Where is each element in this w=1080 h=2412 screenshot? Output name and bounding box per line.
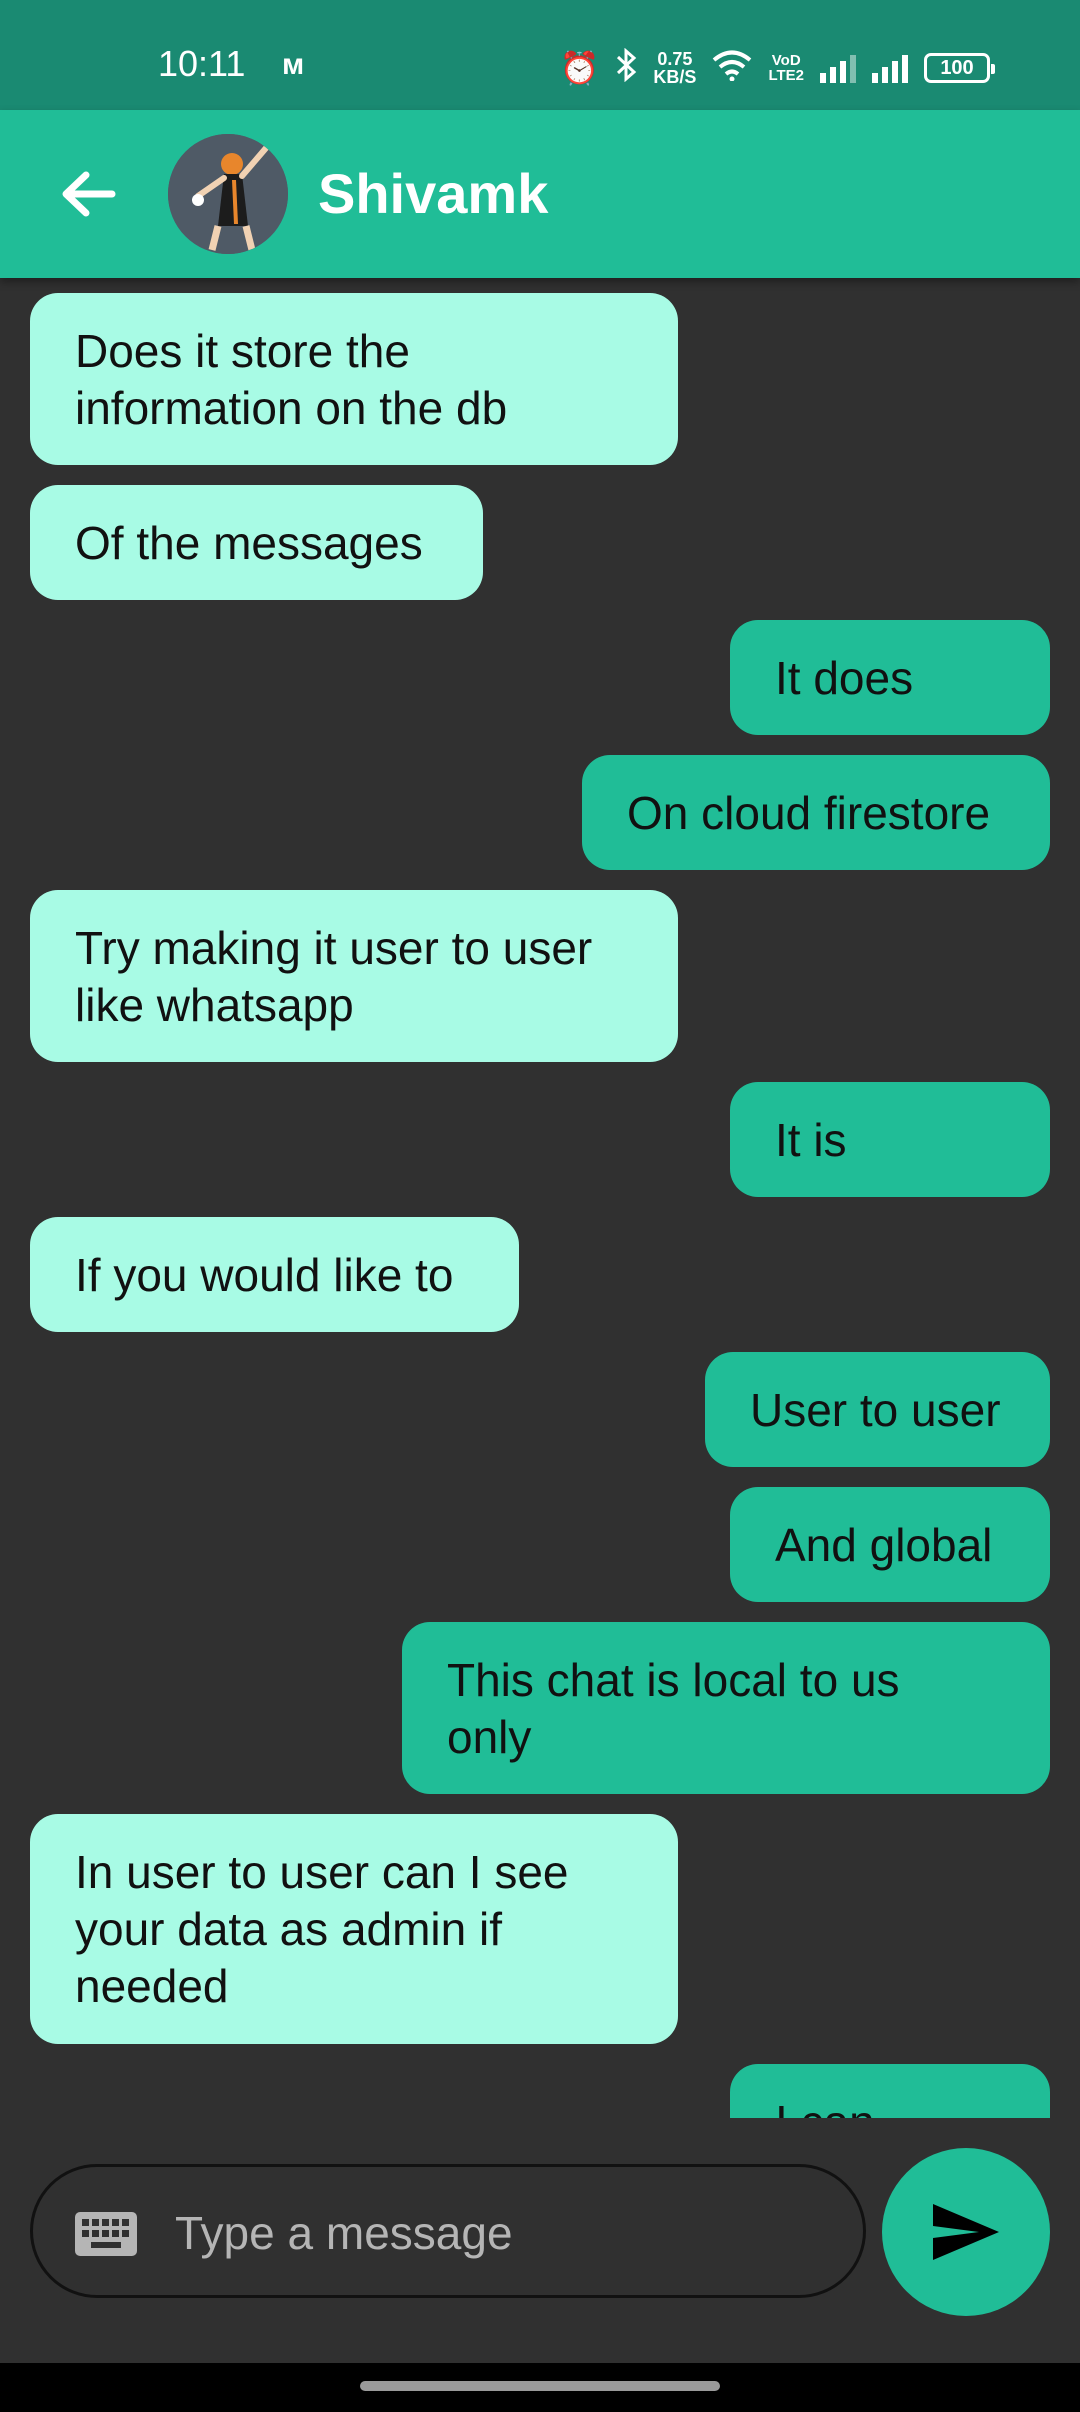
message-bubble-incoming[interactable]: In user to user can I see your data as a… (30, 1814, 678, 2044)
wifi-icon (712, 49, 752, 88)
signal-sim1-icon (820, 53, 856, 83)
signal-sim2-icon (872, 53, 908, 83)
message-bubble-outgoing[interactable]: This chat is local to us only (402, 1622, 1050, 1794)
network-speed-unit: KB/S (653, 67, 697, 87)
message-bubble-outgoing[interactable]: User to user (705, 1352, 1050, 1467)
volte-indicator: VoD LTE2 (768, 53, 804, 83)
message-composer: Type a message (0, 2118, 1080, 2363)
avatar[interactable] (168, 134, 288, 254)
message-bubble-outgoing[interactable]: On cloud firestore (582, 755, 1050, 870)
send-icon (933, 2204, 999, 2260)
battery-level: 100 (940, 57, 974, 79)
message-bubble-incoming[interactable]: If you would like to (30, 1217, 519, 1332)
network-speed-value: 0.75 (657, 49, 693, 69)
status-time: 10:11 (158, 43, 246, 84)
message-list[interactable]: Does it store the information on the db … (0, 278, 1080, 2118)
send-button[interactable] (882, 2148, 1050, 2316)
avatar-image (168, 134, 288, 254)
app-notification-icon: ᴍ (282, 48, 305, 81)
message-bubble-incoming[interactable]: Does it store the information on the db (30, 293, 678, 465)
message-bubble-outgoing[interactable]: I can (730, 2064, 1050, 2118)
volte-line2: LTE2 (768, 67, 804, 84)
keyboard-icon[interactable] (75, 2212, 137, 2256)
message-bubble-incoming[interactable]: Of the messages (30, 485, 483, 600)
message-bubble-outgoing[interactable]: And global (730, 1487, 1050, 1602)
contact-name[interactable]: Shivamk (318, 160, 548, 228)
alarm-icon: ⏰ (559, 50, 600, 86)
message-bubble-outgoing[interactable]: It is (730, 1082, 1050, 1197)
message-input-placeholder: Type a message (175, 2207, 513, 2259)
message-bubble-incoming[interactable]: Try making it user to user like whatsapp (30, 890, 678, 1062)
app-bar: Shivamk (0, 110, 1080, 278)
home-indicator[interactable] (360, 2381, 720, 2391)
status-bar: 10:11 ᴍ ⏰ 0.75 KB/S VoD LTE2 100 (0, 0, 1080, 110)
volte-line1: VoD (771, 52, 801, 69)
bluetooth-icon (615, 47, 637, 89)
status-icons: ⏰ 0.75 KB/S VoD LTE2 100 (559, 44, 995, 92)
system-nav-bar (0, 2363, 1080, 2412)
arrow-left-icon (62, 171, 116, 217)
network-speed: 0.75 KB/S (653, 50, 696, 86)
battery-icon: 100 (924, 53, 995, 83)
message-bubble-outgoing[interactable]: It does (730, 620, 1050, 735)
message-input[interactable]: Type a message (30, 2164, 866, 2298)
back-button[interactable] (48, 154, 128, 234)
